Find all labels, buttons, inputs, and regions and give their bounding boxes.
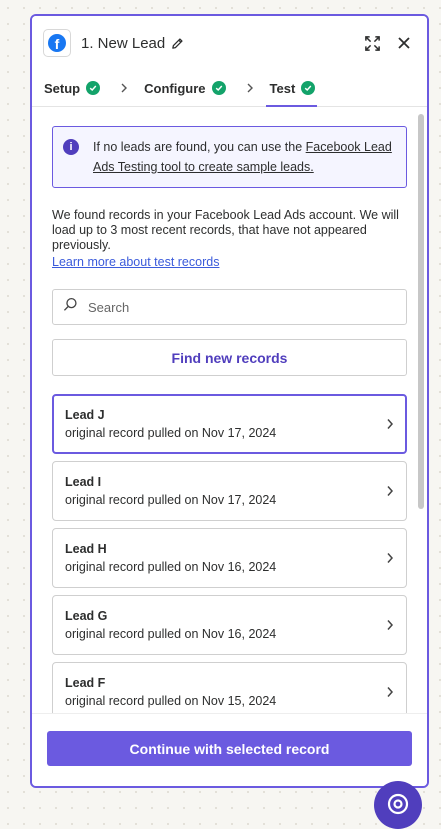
panel-footer: Continue with selected record — [32, 713, 427, 786]
tab-test[interactable]: Test — [265, 70, 318, 107]
record-item[interactable]: Lead F original record pulled on Nov 15, … — [52, 662, 407, 714]
record-name: Lead F — [65, 676, 106, 690]
info-banner: i If no leads are found, you can use the… — [52, 126, 407, 188]
records-description: We found records in your Facebook Lead A… — [52, 208, 399, 252]
search-input[interactable] — [86, 298, 396, 316]
record-name: Lead I — [65, 475, 102, 489]
tab-configure[interactable]: Configure — [144, 70, 226, 106]
facebook-icon: f — [43, 29, 71, 57]
search-box[interactable] — [52, 289, 407, 325]
record-detail: original record pulled on Nov 16, 2024 — [65, 627, 277, 641]
help-button[interactable] — [374, 781, 422, 829]
records-list: Lead J original record pulled on Nov 17, … — [52, 394, 407, 714]
chevron-right-icon — [386, 686, 394, 698]
record-name: Lead J — [65, 408, 105, 422]
record-name: Lead H — [65, 542, 107, 556]
chevron-right-icon — [386, 485, 394, 497]
tab-setup[interactable]: Setup — [44, 70, 101, 106]
search-icon — [63, 297, 78, 317]
chevron-right-icon — [246, 83, 254, 93]
chevron-right-icon — [120, 83, 128, 93]
close-icon[interactable] — [393, 32, 415, 54]
record-name: Lead G — [65, 609, 108, 623]
record-detail: original record pulled on Nov 16, 2024 — [65, 560, 277, 574]
record-item[interactable]: Lead J original record pulled on Nov 17, … — [52, 394, 407, 454]
step-tabs: Setup Configure Test — [32, 70, 427, 107]
test-content: i If no leads are found, you can use the… — [32, 108, 427, 714]
record-detail: original record pulled on Nov 17, 2024 — [65, 426, 277, 440]
step-title: 1. New Lead — [81, 34, 166, 52]
record-detail: original record pulled on Nov 15, 2024 — [65, 694, 277, 708]
step-panel: f 1. New Lead Setup Configure Test i If … — [30, 14, 429, 788]
check-circle-icon — [211, 81, 226, 95]
record-item[interactable]: Lead I original record pulled on Nov 17, … — [52, 461, 407, 521]
check-circle-icon — [86, 81, 101, 95]
scrollbar[interactable] — [418, 114, 424, 509]
record-item[interactable]: Lead G original record pulled on Nov 16, … — [52, 595, 407, 655]
chevron-right-icon — [386, 418, 394, 430]
tab-label: Setup — [44, 80, 81, 96]
continue-button[interactable]: Continue with selected record — [47, 731, 412, 766]
tab-label: Test — [269, 80, 296, 96]
check-circle-icon — [301, 81, 316, 95]
pencil-icon[interactable] — [171, 37, 184, 50]
find-new-records-button[interactable]: Find new records — [52, 339, 407, 376]
record-item[interactable]: Lead H original record pulled on Nov 16, … — [52, 528, 407, 588]
support-icon — [385, 791, 411, 822]
chevron-right-icon — [386, 552, 394, 564]
record-detail: original record pulled on Nov 17, 2024 — [65, 493, 277, 507]
info-text: If no leads are found, you can use the — [93, 140, 306, 154]
info-icon: i — [63, 139, 79, 155]
chevron-right-icon — [386, 619, 394, 631]
learn-more-link[interactable]: Learn more about test records — [52, 255, 219, 269]
expand-icon[interactable] — [361, 32, 383, 54]
tab-label: Configure — [144, 80, 206, 96]
panel-header: f 1. New Lead — [32, 16, 427, 70]
